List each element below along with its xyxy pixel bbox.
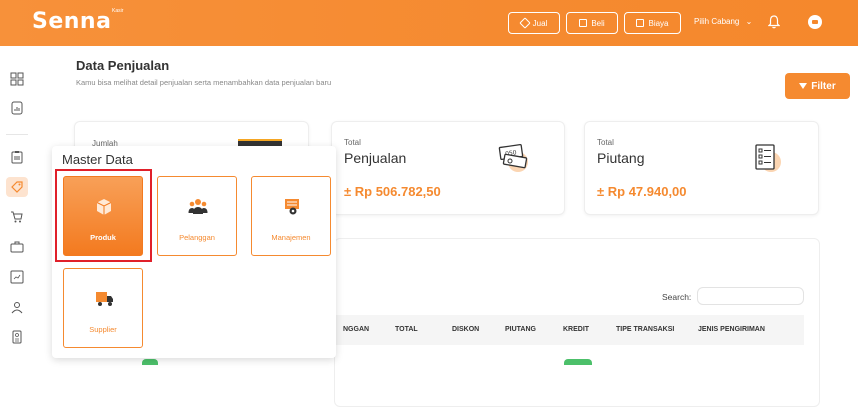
report-icon[interactable]	[10, 101, 24, 115]
master-data-pelanggan-label: Pelanggan	[179, 233, 215, 242]
filter-button-label: Filter	[811, 80, 836, 92]
page-subtitle: Kamu bisa melihat detail penjualan serta…	[76, 78, 332, 87]
sidebar-divider	[6, 134, 28, 135]
manajemen-icon	[285, 199, 299, 215]
branch-selector[interactable]: Pilih Cabang ⌄	[694, 17, 752, 26]
app-logo-superscript: Kasir	[112, 8, 124, 14]
beli-button-label: Beli	[591, 18, 605, 28]
branch-selector-label: Pilih Cabang	[694, 17, 740, 26]
master-data-manajemen-label: Manajemen	[271, 233, 311, 242]
receipt-icon	[636, 19, 645, 27]
chevron-down-icon: ⌄	[745, 17, 753, 26]
beli-button[interactable]: Beli	[566, 12, 618, 34]
status-badge	[564, 359, 592, 365]
receipt-list-icon	[755, 144, 781, 172]
people-icon	[188, 199, 208, 214]
filter-button[interactable]: Filter	[785, 73, 850, 99]
table-header-diskon[interactable]: DISKON	[452, 326, 479, 333]
table-header-tipe-transaksi[interactable]: TIPE TRANSAKSI	[616, 326, 674, 333]
page-title: Data Penjualan	[76, 58, 170, 73]
money-icon: 050	[498, 144, 528, 172]
funnel-icon	[799, 83, 808, 89]
biaya-button[interactable]: Biaya	[624, 12, 681, 34]
top-navbar: Senna Kasir Jual Beli Biaya Pilih Cabang…	[0, 0, 858, 46]
stat-card-piutang-title: Piutang	[597, 150, 645, 166]
stat-card-penjualan: Total Penjualan ± Rp 506.782,50 050	[331, 121, 565, 215]
stat-card-penjualan-title: Penjualan	[344, 150, 407, 166]
tag-sidebar-icon[interactable]	[10, 180, 24, 194]
table-header-pelanggan[interactable]: NGGAN	[343, 326, 369, 333]
cart-icon[interactable]	[10, 210, 24, 224]
table-header-piutang[interactable]: PIUTANG	[505, 326, 536, 333]
table-header-total[interactable]: TOTAL	[395, 326, 418, 333]
selection-highlight	[55, 169, 152, 262]
biaya-button-label: Biaya	[648, 18, 669, 28]
truck-icon	[96, 292, 113, 306]
app-window: Senna Kasir Jual Beli Biaya Pilih Cabang…	[0, 0, 858, 407]
chart-box-icon[interactable]	[10, 270, 24, 284]
tag-icon	[518, 17, 531, 29]
stat-card-piutang: Total Piutang ± Rp 47.940,00	[584, 121, 819, 215]
jual-button[interactable]: Jual	[508, 12, 560, 34]
status-badge-hidden	[142, 359, 158, 365]
stat-card-piutang-value: ± Rp 47.940,00	[597, 184, 687, 199]
stat-card-penjualan-label: Total	[344, 138, 361, 147]
app-logo[interactable]: Senna	[32, 9, 111, 34]
table-header-kredit[interactable]: KREDIT	[563, 326, 589, 333]
stat-card-piutang-label: Total	[597, 138, 614, 147]
master-data-supplier-label: Supplier	[89, 325, 117, 334]
master-data-pelanggan-tile[interactable]: Pelanggan	[157, 176, 237, 256]
master-data-supplier-tile[interactable]: Supplier	[63, 268, 143, 348]
bell-icon[interactable]	[768, 15, 780, 29]
id-card-icon[interactable]	[10, 330, 24, 344]
search-input[interactable]	[697, 287, 804, 305]
table-header-jenis-pengiriman[interactable]: JENIS PENGIRIMAN	[698, 326, 765, 333]
sidebar	[0, 46, 34, 407]
master-data-manajemen-tile[interactable]: Manajemen	[251, 176, 331, 256]
dashboard-icon[interactable]	[10, 72, 24, 86]
user-avatar[interactable]	[808, 15, 822, 29]
search-label: Search:	[662, 292, 692, 302]
users-group-icon[interactable]	[10, 300, 24, 314]
clipboard-icon[interactable]	[10, 150, 24, 164]
stat-card-penjualan-value: ± Rp 506.782,50	[344, 184, 441, 199]
card-icon	[579, 19, 588, 27]
jual-button-label: Jual	[532, 18, 548, 28]
master-data-title: Master Data	[62, 152, 133, 167]
briefcase-icon[interactable]	[10, 240, 24, 254]
